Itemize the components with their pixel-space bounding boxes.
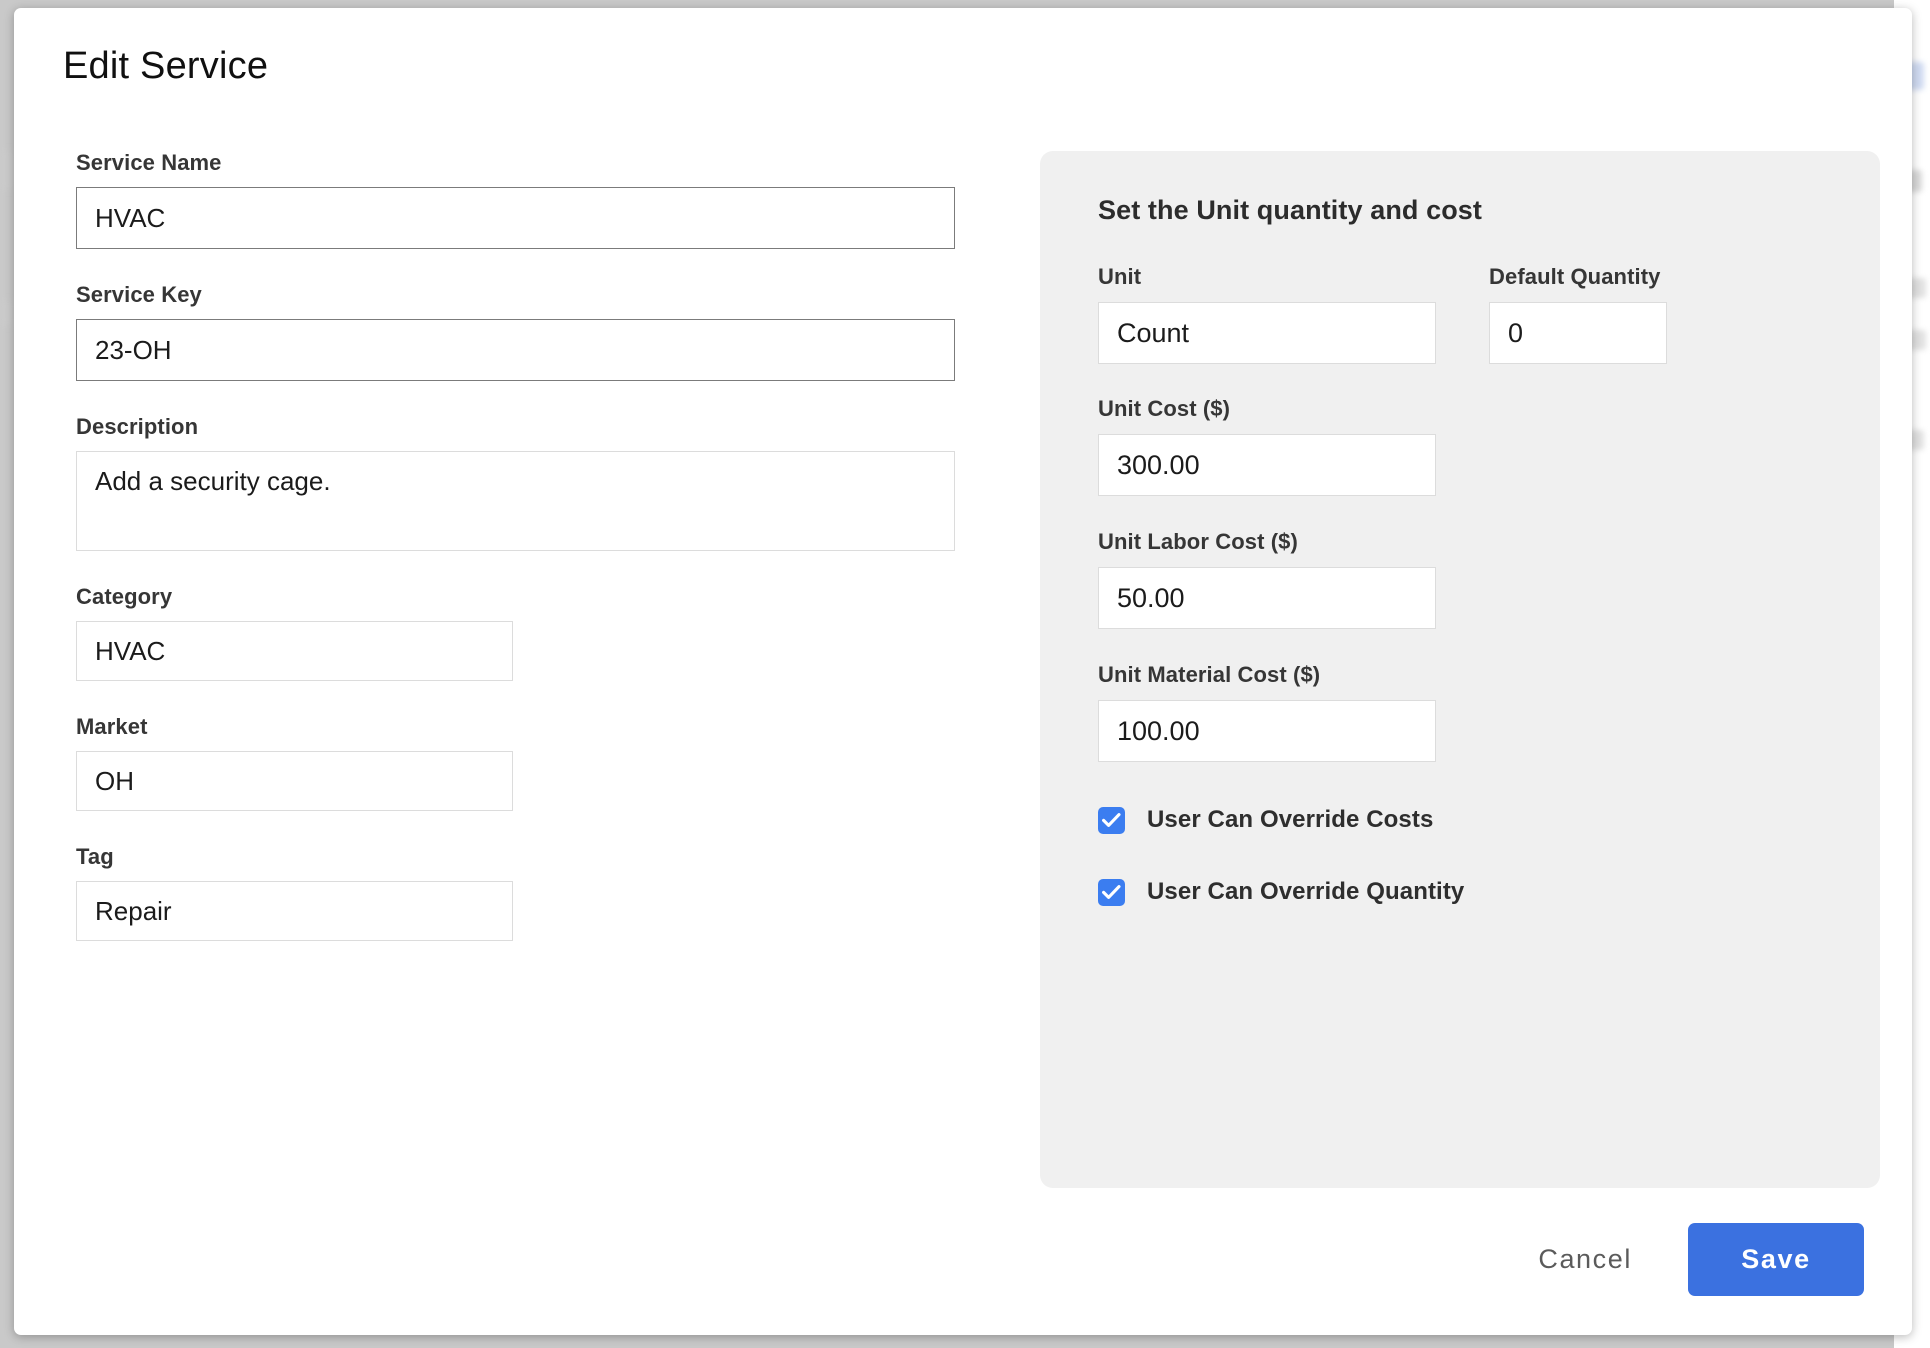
unit-material-cost-input[interactable]: 100.00	[1098, 700, 1436, 762]
cancel-button[interactable]: Cancel	[1534, 1234, 1636, 1285]
unit-labor-cost-input[interactable]: 50.00	[1098, 567, 1436, 629]
unit-quantity-row: Unit Count Default Quantity 0	[1098, 264, 1840, 364]
unit-cost-label: Unit Cost ($)	[1098, 396, 1231, 421]
market-input[interactable]: OH	[76, 751, 513, 811]
field-unit-labor-cost: Unit Labor Cost ($) 50.00	[1098, 529, 1840, 629]
default-quantity-input[interactable]: 0	[1489, 302, 1667, 364]
field-default-quantity: Default Quantity 0	[1489, 264, 1667, 364]
cost-panel-body: Unit Count Default Quantity 0 Unit Cost …	[1098, 264, 1840, 906]
field-service-key: Service Key 23-OH	[76, 282, 956, 381]
service-key-label: Service Key	[76, 282, 202, 307]
checkbox-user-can-override-costs[interactable]: User Can Override Costs	[1098, 806, 1840, 834]
unit-label: Unit	[1098, 264, 1142, 289]
field-unit: Unit Count	[1098, 264, 1436, 364]
page-title: Edit Service	[63, 45, 269, 87]
unit-cost-panel: Set the Unit quantity and cost Unit Coun…	[1040, 151, 1880, 1188]
backdrop-ghost-element	[2, 300, 14, 326]
default-quantity-label: Default Quantity	[1489, 264, 1661, 289]
description-label: Description	[76, 414, 199, 439]
override-quantity-label: User Can Override Quantity	[1147, 878, 1465, 905]
checkbox-checked-icon[interactable]	[1098, 806, 1125, 834]
override-costs-label: User Can Override Costs	[1147, 806, 1434, 833]
service-name-input[interactable]: HVAC	[76, 187, 955, 249]
edit-service-modal: Edit Service Service Name HVAC Service K…	[14, 8, 1912, 1335]
service-key-input[interactable]: 23-OH	[76, 319, 955, 381]
service-details-form: Service Name HVAC Service Key 23-OH Desc…	[76, 150, 956, 974]
unit-labor-cost-label: Unit Labor Cost ($)	[1098, 529, 1298, 554]
field-category: Category HVAC	[76, 584, 956, 681]
category-input[interactable]: HVAC	[76, 621, 513, 681]
field-unit-material-cost: Unit Material Cost ($) 100.00	[1098, 662, 1840, 762]
field-description: Description Add a security cage.	[76, 414, 956, 551]
category-label: Category	[76, 584, 173, 609]
field-tag: Tag Repair	[76, 844, 956, 941]
checkbox-user-can-override-quantity[interactable]: User Can Override Quantity	[1098, 878, 1840, 906]
cost-panel-title: Set the Unit quantity and cost	[1098, 195, 1483, 225]
unit-input[interactable]: Count	[1098, 302, 1436, 364]
market-label: Market	[76, 714, 148, 739]
service-name-label: Service Name	[76, 150, 222, 175]
description-textarea[interactable]: Add a security cage.	[76, 451, 955, 551]
unit-material-cost-label: Unit Material Cost ($)	[1098, 662, 1321, 687]
field-service-name: Service Name HVAC	[76, 150, 956, 249]
tag-input[interactable]: Repair	[76, 881, 513, 941]
tag-label: Tag	[76, 844, 114, 869]
checkbox-checked-icon[interactable]	[1098, 878, 1125, 906]
save-button[interactable]: Save	[1688, 1223, 1864, 1296]
field-unit-cost: Unit Cost ($) 300.00	[1098, 396, 1840, 496]
modal-footer: Cancel Save	[1534, 1223, 1864, 1296]
field-market: Market OH	[76, 714, 956, 811]
unit-cost-input[interactable]: 300.00	[1098, 434, 1436, 496]
